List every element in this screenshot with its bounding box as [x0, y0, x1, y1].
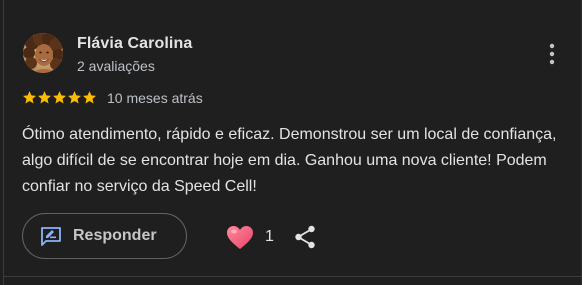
user-avatar-icon [23, 33, 63, 73]
star-rating [22, 90, 97, 105]
like-button[interactable] [226, 225, 254, 251]
author-review-count[interactable]: 2 avaliações [77, 58, 155, 74]
star-icon [53, 91, 66, 104]
avatar[interactable] [23, 33, 63, 73]
star-icon [38, 91, 51, 104]
star-icon [23, 91, 36, 104]
review-text: Ótimo atendimento, rápido e eficaz. Demo… [22, 126, 557, 195]
more-vert-icon [549, 43, 555, 65]
bottom-divider [3, 276, 582, 277]
more-options-button[interactable] [538, 40, 566, 68]
review-card: Flávia Carolina 2 avaliações 10 meses at… [0, 0, 582, 285]
share-icon [295, 225, 315, 249]
review-date: 10 meses atrás [107, 90, 203, 106]
like-count: 1 [265, 228, 274, 245]
share-button[interactable] [292, 224, 318, 250]
star-icon [68, 91, 81, 104]
star-icon [83, 91, 96, 104]
left-divider [3, 0, 4, 285]
heart-icon [227, 226, 253, 249]
author-name[interactable]: Flávia Carolina [77, 35, 192, 53]
reply-button-label: Responder [73, 227, 157, 244]
rate-review-icon [41, 227, 61, 246]
reply-button[interactable]: Responder [22, 213, 187, 259]
